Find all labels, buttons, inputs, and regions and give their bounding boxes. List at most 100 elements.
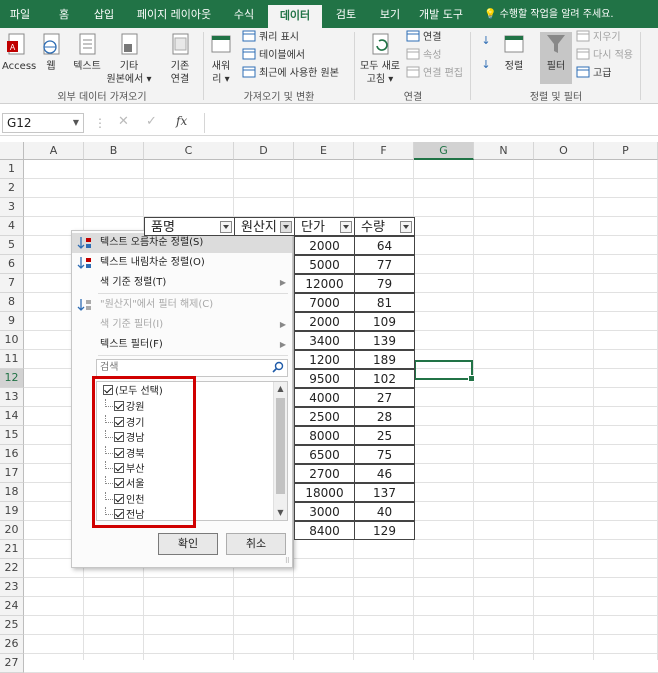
quantity-cell[interactable]: 25 (354, 426, 415, 445)
table-header[interactable]: 품명 (144, 217, 235, 236)
row-header-24[interactable]: 24 (0, 597, 24, 616)
row-header-4[interactable]: 4 (0, 217, 24, 236)
row-header-8[interactable]: 8 (0, 293, 24, 312)
row-header-23[interactable]: 23 (0, 578, 24, 597)
unit-price-cell[interactable]: 9500 (294, 369, 355, 388)
chevron-down-icon[interactable]: ▼ (73, 114, 79, 132)
row-header-16[interactable]: 16 (0, 445, 24, 464)
row-header-22[interactable]: 22 (0, 559, 24, 578)
quantity-cell[interactable]: 81 (354, 293, 415, 312)
row-header-17[interactable]: 17 (0, 464, 24, 483)
enter-icon[interactable]: ✓ (146, 114, 157, 129)
unit-price-cell[interactable]: 2000 (294, 236, 355, 255)
filter-dropdown-icon[interactable] (400, 221, 412, 233)
row-header-15[interactable]: 15 (0, 426, 24, 445)
unit-price-cell[interactable]: 18000 (294, 483, 355, 502)
row-header-21[interactable]: 21 (0, 540, 24, 559)
unit-price-cell[interactable]: 12000 (294, 274, 355, 293)
quantity-cell[interactable]: 64 (354, 236, 415, 255)
row-header-12[interactable]: 12 (0, 369, 24, 388)
filter-dropdown-icon[interactable] (280, 221, 292, 233)
web-button[interactable]: 웹 (38, 32, 64, 73)
sort-za-button[interactable]: ↓ (476, 58, 496, 71)
row-header-3[interactable]: 3 (0, 198, 24, 217)
column-header-A[interactable]: A (24, 142, 84, 160)
table-header[interactable]: 원산지 (234, 217, 295, 236)
insert-function-button[interactable]: fx (176, 114, 187, 128)
quantity-cell[interactable]: 28 (354, 407, 415, 426)
tab-3[interactable]: 페이지 레이아웃 (130, 0, 218, 28)
row-header-9[interactable]: 9 (0, 312, 24, 331)
tab-4[interactable]: 수식 (220, 0, 268, 28)
unit-price-cell[interactable]: 2000 (294, 312, 355, 331)
row-header-7[interactable]: 7 (0, 274, 24, 293)
row-header-10[interactable]: 10 (0, 331, 24, 350)
quantity-cell[interactable]: 139 (354, 331, 415, 350)
table-header[interactable]: 수량 (354, 217, 415, 236)
row-header-5[interactable]: 5 (0, 236, 24, 255)
unit-price-cell[interactable]: 7000 (294, 293, 355, 312)
row-header-27[interactable]: 27 (0, 654, 24, 673)
unit-price-cell[interactable]: 1200 (294, 350, 355, 369)
filter-dropdown-icon[interactable] (340, 221, 352, 233)
sort-az-button[interactable]: ↓ (476, 34, 496, 47)
existing-connections-button[interactable]: 기존 연결 (162, 32, 198, 86)
column-header-E[interactable]: E (294, 142, 354, 160)
quantity-cell[interactable]: 77 (354, 255, 415, 274)
unit-price-cell[interactable]: 3000 (294, 502, 355, 521)
cancel-icon[interactable]: ✕ (118, 114, 129, 129)
filter-search-input[interactable]: 검색 (96, 359, 288, 377)
row-header-19[interactable]: 19 (0, 502, 24, 521)
unit-price-cell[interactable]: 8400 (294, 521, 355, 540)
tab-6[interactable]: 검토 (322, 0, 370, 28)
row-header-1[interactable]: 1 (0, 160, 24, 179)
tab-5[interactable]: 데이터 (268, 5, 322, 28)
list-scrollbar[interactable]: ▲ ▼ (273, 382, 287, 520)
refresh-all-button[interactable]: 모두 새로 고침 ▾ (358, 32, 402, 86)
tab-1[interactable]: 홈 (46, 0, 82, 28)
resize-grip-icon[interactable]: ⠿ (285, 557, 290, 565)
row-header-2[interactable]: 2 (0, 179, 24, 198)
quantity-cell[interactable]: 109 (354, 312, 415, 331)
formula-input[interactable] (204, 113, 658, 133)
advanced-filter-button[interactable]: 고급 (576, 66, 611, 82)
row-header-13[interactable]: 13 (0, 388, 24, 407)
column-header-D[interactable]: D (234, 142, 294, 160)
access-button[interactable]: A Access (2, 32, 36, 73)
row-header-6[interactable]: 6 (0, 255, 24, 274)
unit-price-cell[interactable]: 2700 (294, 464, 355, 483)
quantity-cell[interactable]: 75 (354, 445, 415, 464)
connections-button[interactable]: 연결 (406, 30, 441, 46)
new-query-button[interactable]: 새워 리 ▾ (206, 32, 236, 86)
scroll-up-icon[interactable]: ▲ (274, 382, 287, 396)
tab-0[interactable]: 파일 (0, 0, 40, 28)
table-header[interactable]: 단가 (294, 217, 355, 236)
row-header-26[interactable]: 26 (0, 635, 24, 654)
sort-button[interactable]: 정렬 (500, 32, 528, 73)
filter-button[interactable]: 필터 (540, 32, 572, 84)
quantity-cell[interactable]: 189 (354, 350, 415, 369)
clear-filter-button[interactable]: 지우기 (576, 30, 621, 46)
column-header-C[interactable]: C (144, 142, 234, 160)
menu-item-2[interactable]: 색 기준 정렬(T) ▶ (72, 273, 292, 293)
filter-dropdown-icon[interactable] (220, 221, 232, 233)
row-header-18[interactable]: 18 (0, 483, 24, 502)
quantity-cell[interactable]: 40 (354, 502, 415, 521)
tell-me-search[interactable]: 💡 수행할 작업을 알려 주세요. (484, 0, 654, 28)
tab-8[interactable]: 개발 도구 (410, 0, 472, 28)
cancel-button[interactable]: 취소 (226, 533, 286, 555)
properties-button[interactable]: 속성 (406, 48, 441, 64)
unit-price-cell[interactable]: 3400 (294, 331, 355, 350)
row-header-14[interactable]: 14 (0, 407, 24, 426)
column-header-G[interactable]: G (414, 142, 474, 160)
row-header-25[interactable]: 25 (0, 616, 24, 635)
scroll-down-icon[interactable]: ▼ (274, 506, 287, 520)
scroll-thumb[interactable] (276, 398, 285, 494)
unit-price-cell[interactable]: 6500 (294, 445, 355, 464)
row-header-11[interactable]: 11 (0, 350, 24, 369)
tab-2[interactable]: 삽입 (84, 0, 124, 28)
other-sources-button[interactable]: 기타 원본에서 ▾ (106, 32, 152, 86)
from-table-button[interactable]: 테이블에서 (242, 48, 305, 64)
name-box[interactable]: G12 ▼ (2, 113, 84, 133)
menu-item-5[interactable]: 텍스트 필터(F) ▶ (72, 335, 292, 355)
